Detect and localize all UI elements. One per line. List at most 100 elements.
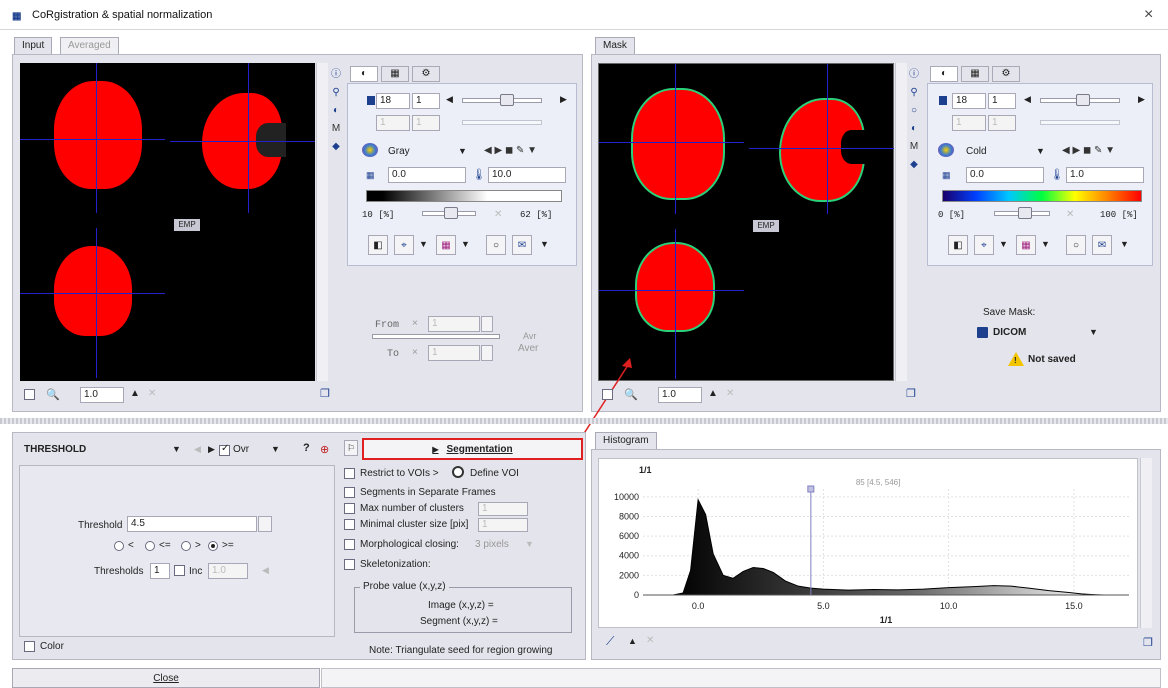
aver-button[interactable]: Aver: [518, 343, 538, 354]
splitter[interactable]: [0, 418, 1168, 424]
prev-slice-icon[interactable]: ◀: [446, 94, 453, 105]
mask-slice-field[interactable]: 18: [952, 93, 986, 109]
max-clusters-checkbox[interactable]: [344, 503, 355, 514]
define-voi-label[interactable]: Define VOI: [470, 468, 519, 479]
mask-invert-button[interactable]: ◧: [948, 235, 968, 255]
mask-frame-field[interactable]: 1: [988, 93, 1016, 109]
mask-viewer-scrollbar[interactable]: [895, 63, 907, 381]
radio-greater[interactable]: [181, 541, 191, 551]
detach-icon[interactable]: ❐: [320, 387, 330, 400]
contrast-icon[interactable]: ◐: [329, 104, 343, 118]
mask-info-icon[interactable]: ⓘ: [907, 68, 921, 82]
crosshair-dropdown-icon[interactable]: ▼: [419, 239, 428, 249]
tools-button[interactable]: ✉: [512, 235, 532, 255]
mask-zoom-field[interactable]: 1.0: [658, 387, 702, 403]
mask-grid-dropdown-icon[interactable]: ▼: [1041, 239, 1050, 249]
settings-icon[interactable]: ⊕: [320, 443, 329, 456]
radio-greater-equal[interactable]: [208, 541, 218, 551]
help-button[interactable]: ?: [303, 442, 310, 454]
mask-viewer-checkbox[interactable]: [602, 389, 613, 400]
mask-circle-icon[interactable]: ○: [907, 104, 921, 118]
inc-checkbox[interactable]: [174, 565, 185, 576]
input-zoom-field[interactable]: 1.0: [80, 387, 124, 403]
save-format[interactable]: DICOM: [993, 327, 1026, 338]
threshold-field[interactable]: 4.5: [127, 516, 257, 532]
grid-button[interactable]: ▦: [436, 235, 456, 255]
tab-histogram[interactable]: Histogram: [595, 432, 657, 449]
info-icon[interactable]: ⓘ: [329, 68, 343, 82]
marker-icon[interactable]: ◆: [329, 140, 343, 154]
tools-dropdown-icon[interactable]: ▼: [540, 239, 549, 249]
m-icon[interactable]: M: [329, 122, 343, 136]
input-viewer-scrollbar[interactable]: [316, 63, 328, 381]
mask-crosshair-button[interactable]: ⌖: [974, 235, 994, 255]
flag-button[interactable]: ⚐: [344, 440, 358, 456]
format-dropdown-icon[interactable]: ▼: [1089, 327, 1098, 337]
histogram-plot[interactable]: 10000 8000 6000 4000 2000 0 0.0 5.0 10.0 15.0 85 […: [598, 458, 1138, 628]
mask-circle-button[interactable]: ○: [1066, 235, 1086, 255]
input-window-thumb[interactable]: [444, 207, 458, 219]
mask-marker-icon[interactable]: ◆: [907, 158, 921, 172]
min-cluster-checkbox[interactable]: [344, 519, 355, 530]
mask-colormap-nav-icons[interactable]: ◀ ▶ ◼ ✎ ▼: [1062, 145, 1115, 156]
hist-detach-icon[interactable]: ❐: [1143, 636, 1153, 649]
skeleton-checkbox[interactable]: [344, 559, 355, 570]
segmentation-button[interactable]: ▶ Segmentation: [362, 438, 583, 460]
threshold-spinner[interactable]: [258, 516, 272, 532]
tab-layout[interactable]: ▦: [381, 66, 409, 82]
colormap-nav-icons[interactable]: ◀ ▶ ◼ ✎ ▼: [484, 145, 537, 156]
grid-dropdown-icon[interactable]: ▼: [461, 239, 470, 249]
average-slider[interactable]: [372, 334, 500, 339]
circle-button[interactable]: ○: [486, 235, 506, 255]
invert-button[interactable]: ◧: [368, 235, 388, 255]
mask-min-field[interactable]: 0.0: [966, 167, 1044, 183]
mask-m-icon[interactable]: M: [907, 140, 921, 154]
mask-orientation-icon[interactable]: ⚲: [907, 86, 921, 100]
input-viewer-checkbox[interactable]: [24, 389, 35, 400]
slice-slider-thumb[interactable]: [500, 94, 514, 106]
input-slice-field[interactable]: 18: [376, 93, 410, 109]
mask-crosshair-dropdown-icon[interactable]: ▼: [999, 239, 1008, 249]
ovr-dropdown-icon[interactable]: ▼: [271, 444, 280, 454]
close-window-icon[interactable]: ×: [1144, 6, 1153, 24]
mask-grid-button[interactable]: ▦: [1016, 235, 1036, 255]
tab-averaged[interactable]: Averaged: [60, 37, 119, 54]
method-dropdown-icon[interactable]: ▼: [172, 444, 181, 454]
next-slice-icon[interactable]: ▶: [560, 94, 567, 105]
radio-less-equal[interactable]: [145, 541, 155, 551]
mask-tab-layout[interactable]: ▦: [961, 66, 989, 82]
input-image-viewer[interactable]: EMP: [20, 63, 315, 381]
mask-tools-button[interactable]: ✉: [1092, 235, 1112, 255]
mask-zoom-icon[interactable]: 🔍: [624, 388, 638, 401]
mask-colormap-dropdown-icon[interactable]: ▼: [1036, 146, 1045, 156]
ovr-checkbox[interactable]: ✓: [219, 443, 230, 456]
mask-detach-icon[interactable]: ❐: [906, 387, 916, 400]
orientation-icon[interactable]: ⚲: [329, 86, 343, 100]
define-voi-icon[interactable]: [452, 466, 464, 478]
mask-slice-thumb[interactable]: [1076, 94, 1090, 106]
tab-contrast[interactable]: ◐: [350, 66, 378, 82]
mask-tab-fusion[interactable]: ⚙: [992, 66, 1020, 82]
mask-up-arrow-icon[interactable]: ▲: [708, 388, 718, 399]
thresholds-field[interactable]: 1: [150, 563, 170, 579]
color-checkbox[interactable]: [24, 641, 35, 652]
mask-window-thumb[interactable]: [1018, 207, 1032, 219]
restrict-voi-checkbox[interactable]: [344, 468, 355, 479]
mask-image-viewer[interactable]: EMP: [598, 63, 894, 381]
mask-prev-slice-icon[interactable]: ◀: [1024, 94, 1031, 105]
close-button[interactable]: Close: [12, 668, 320, 688]
mask-max-field[interactable]: 1.0: [1066, 167, 1144, 183]
zoom-icon[interactable]: 🔍: [46, 388, 60, 401]
input-frame-field[interactable]: 1: [412, 93, 440, 109]
tab-mask[interactable]: Mask: [595, 37, 635, 54]
tab-input[interactable]: Input: [14, 37, 53, 54]
histogram-scrollbar[interactable]: [1140, 458, 1152, 628]
mask-tools-dropdown-icon[interactable]: ▼: [1120, 239, 1129, 249]
method-next-icon[interactable]: ▶: [208, 444, 215, 455]
tab-fusion[interactable]: ⚙: [412, 66, 440, 82]
crosshair-button[interactable]: ⌖: [394, 235, 414, 255]
hist-up-icon[interactable]: ▲: [628, 636, 637, 646]
mask-tab-contrast[interactable]: ◐: [930, 66, 958, 82]
colormap-dropdown-icon[interactable]: ▼: [458, 146, 467, 156]
up-arrow-icon[interactable]: ▲: [130, 388, 140, 399]
